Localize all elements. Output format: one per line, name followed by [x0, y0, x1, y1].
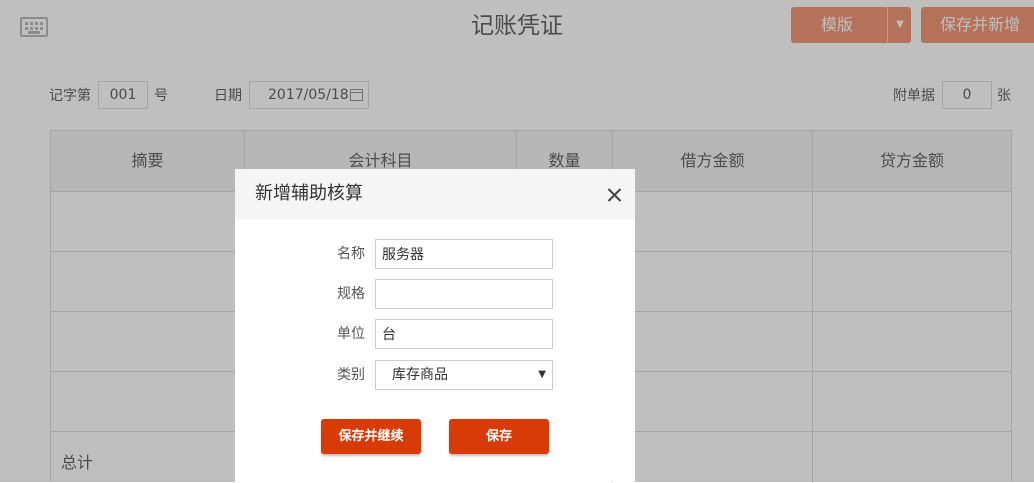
name-input[interactable]	[375, 239, 553, 269]
category-select[interactable]: 库存商品 ▼	[375, 360, 553, 390]
unit-input[interactable]	[375, 319, 553, 349]
dialog-title: 新增辅助核算	[255, 183, 363, 204]
save-and-continue-button[interactable]: 保存并继续	[321, 419, 421, 454]
dialog-header: 新增辅助核算	[235, 169, 635, 219]
category-label: 类别	[337, 367, 365, 383]
spec-label: 规格	[337, 286, 365, 302]
add-auxiliary-dialog: 新增辅助核算 名称 规格 单位 类别 库存商品 ▼ 保存并继续 保存	[235, 169, 635, 482]
unit-label: 单位	[337, 326, 365, 342]
name-label: 名称	[337, 246, 365, 262]
close-icon[interactable]	[604, 184, 626, 206]
spec-input[interactable]	[375, 279, 553, 309]
chevron-down-icon: ▼	[538, 369, 546, 380]
save-button[interactable]: 保存	[449, 419, 549, 454]
category-selected-value: 库存商品	[392, 367, 448, 383]
